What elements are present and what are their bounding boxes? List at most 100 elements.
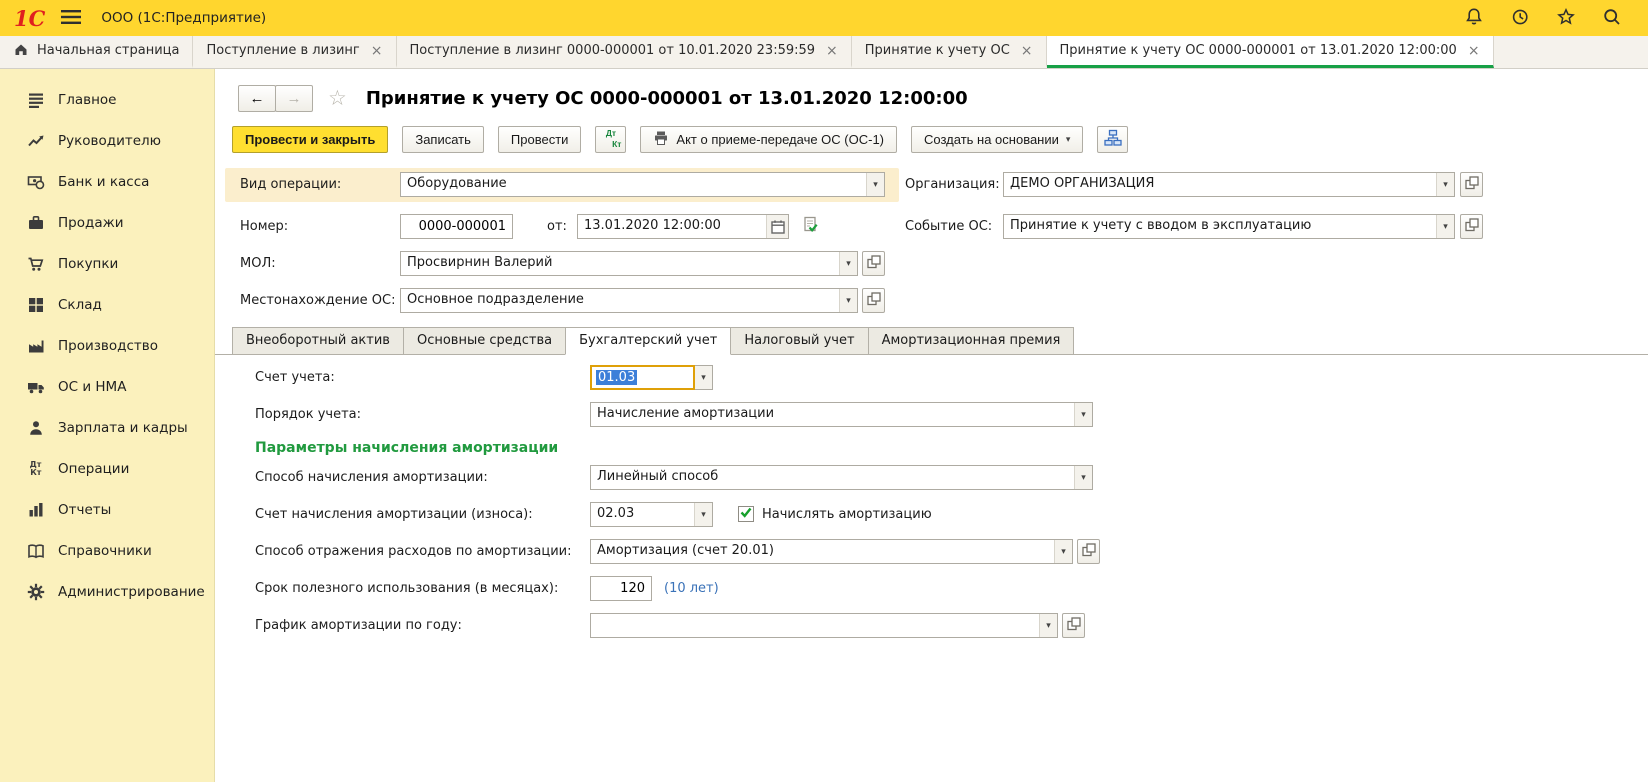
sidebar-item-fixed-assets[interactable]: ОС и НМА	[0, 366, 214, 407]
tab-accounting[interactable]: Бухгалтерский учет	[565, 327, 731, 355]
close-icon[interactable]: ×	[1021, 43, 1033, 59]
os-event-select[interactable]: Принятие к учету с вводом в эксплуатацию…	[1003, 214, 1455, 239]
chevron-down-icon[interactable]: ▾	[839, 252, 857, 275]
tab-tax-accounting[interactable]: Налоговый учет	[730, 327, 868, 354]
sidebar-item-manager[interactable]: Руководителю	[0, 120, 214, 161]
open-icon	[1464, 217, 1480, 236]
close-icon[interactable]: ×	[826, 43, 838, 59]
organization-open-button[interactable]	[1460, 172, 1483, 197]
accrue-depreciation-checkbox[interactable]	[738, 506, 754, 522]
mol-open-button[interactable]	[862, 251, 885, 276]
document-header-fields: Вид операции: Оборудование ▾ Организация…	[215, 166, 1648, 326]
post-button[interactable]: Провести	[498, 126, 582, 153]
chevron-down-icon[interactable]: ▾	[695, 365, 713, 390]
list-icon	[26, 91, 45, 109]
os-event-open-button[interactable]	[1460, 214, 1483, 239]
useful-life-input[interactable]	[590, 576, 652, 601]
related-documents-button[interactable]	[1097, 126, 1128, 153]
operation-kind-select[interactable]: Оборудование ▾	[400, 172, 885, 197]
favorites-button[interactable]	[1556, 7, 1576, 30]
dtkt-icon: ДтКт	[26, 461, 45, 477]
tab-os-acceptance-document[interactable]: Принятие к учету ОС 0000-000001 от 13.01…	[1047, 36, 1494, 68]
sidebar-item-production[interactable]: Производство	[0, 325, 214, 366]
sidebar-item-operations[interactable]: ДтКт Операции	[0, 448, 214, 489]
print-act-button[interactable]: Акт о приеме-передаче ОС (ОС-1)	[640, 126, 897, 153]
sidebar-item-purchases[interactable]: Покупки	[0, 243, 214, 284]
method-select[interactable]: Линейный способ ▾	[590, 465, 1093, 490]
briefcase-icon	[26, 214, 45, 232]
post-and-close-button[interactable]: Провести и закрыть	[232, 126, 388, 153]
tab-label: Поступление в лизинг 0000-000001 от 10.0…	[410, 43, 816, 58]
chevron-down-icon[interactable]: ▾	[866, 173, 884, 196]
chevron-down-icon[interactable]: ▾	[1436, 173, 1454, 196]
schedule-select[interactable]: ▾	[590, 613, 1058, 638]
close-icon[interactable]: ×	[371, 43, 383, 59]
sidebar-item-label: Руководителю	[58, 133, 161, 149]
number-input[interactable]	[400, 214, 513, 239]
tab-leasing-receipt[interactable]: Поступление в лизинг ×	[193, 36, 396, 68]
calendar-icon[interactable]	[766, 215, 788, 238]
gear-icon	[26, 583, 45, 601]
history-button[interactable]	[1510, 7, 1530, 30]
accrue-depreciation-label: Начислять амортизацию	[762, 502, 932, 527]
sidebar-item-bank-cash[interactable]: Банк и касса	[0, 161, 214, 202]
tab-os-acceptance[interactable]: Принятие к учету ОС ×	[852, 36, 1047, 68]
schedule-label: График амортизации по году:	[255, 613, 462, 638]
tab-noncurrent-asset[interactable]: Внеоборотный актив	[232, 327, 404, 354]
sidebar-item-warehouse[interactable]: Склад	[0, 284, 214, 325]
tab-leasing-receipt-document[interactable]: Поступление в лизинг 0000-000001 от 10.0…	[397, 36, 852, 68]
main-menu-button[interactable]	[59, 7, 83, 30]
chevron-down-icon[interactable]: ▾	[694, 503, 712, 526]
os-location-select[interactable]: Основное подразделение ▾	[400, 288, 858, 313]
sidebar-item-reports[interactable]: Отчеты	[0, 489, 214, 530]
save-button[interactable]: Записать	[402, 126, 484, 153]
create-based-on-button[interactable]: Создать на основании ▾	[911, 126, 1083, 153]
sidebar-item-catalogs[interactable]: Справочники	[0, 530, 214, 571]
sidebar-item-administration[interactable]: Администрирование	[0, 571, 214, 612]
mol-label: МОЛ:	[240, 251, 276, 276]
account-select[interactable]: 01.03 ▾	[590, 365, 713, 390]
chevron-down-icon[interactable]: ▾	[1074, 466, 1092, 489]
chevron-down-icon[interactable]: ▾	[1054, 540, 1072, 563]
mol-select[interactable]: Просвирнин Валерий ▾	[400, 251, 858, 276]
notifications-button[interactable]	[1464, 7, 1484, 30]
organization-select[interactable]: ДЕМО ОРГАНИЗАЦИЯ ▾	[1003, 172, 1455, 197]
os-location-open-button[interactable]	[862, 288, 885, 313]
forward-button[interactable]: →	[275, 85, 313, 112]
account-field[interactable]: 01.03	[590, 365, 695, 390]
chevron-down-icon[interactable]: ▾	[1074, 403, 1092, 426]
tab-depreciation-bonus[interactable]: Амортизационная премия	[868, 327, 1075, 354]
expense-method-label: Способ отражения расходов по амортизации…	[255, 539, 571, 564]
cash-icon	[26, 173, 45, 191]
tab-home[interactable]: Начальная страница	[0, 36, 193, 68]
global-search-button[interactable]	[1602, 7, 1622, 30]
depr-account-select[interactable]: 02.03 ▾	[590, 502, 713, 527]
kt-label: Кт	[612, 140, 621, 149]
sidebar-item-label: Производство	[58, 338, 158, 354]
open-icon	[866, 291, 882, 310]
chevron-down-icon[interactable]: ▾	[1039, 614, 1057, 637]
sidebar-item-sales[interactable]: Продажи	[0, 202, 214, 243]
useful-life-label: Срок полезного использования (в месяцах)…	[255, 576, 558, 601]
date-input[interactable]: 13.01.2020 12:00:00	[577, 214, 789, 239]
close-icon[interactable]: ×	[1468, 43, 1480, 59]
tab-fixed-assets[interactable]: Основные средства	[403, 327, 566, 354]
workspace: Главное Руководителю Банк и касса Продаж…	[0, 69, 1648, 782]
date-label: от:	[547, 214, 567, 239]
person-icon	[26, 419, 45, 437]
star-icon	[1556, 7, 1576, 30]
open-icon	[1081, 542, 1097, 561]
favorite-star-icon[interactable]: ☆	[328, 88, 347, 109]
sidebar-item-payroll-hr[interactable]: Зарплата и кадры	[0, 407, 214, 448]
chevron-down-icon[interactable]: ▾	[839, 289, 857, 312]
show-postings-button[interactable]: Дт Кт	[595, 126, 626, 153]
fill-check-button[interactable]	[799, 214, 823, 239]
chevron-down-icon[interactable]: ▾	[1436, 215, 1454, 238]
back-button[interactable]: ←	[238, 85, 276, 112]
expense-method-open-button[interactable]	[1077, 539, 1100, 564]
app-title: ООО (1С:Предприятие)	[101, 10, 266, 26]
order-select[interactable]: Начисление амортизации ▾	[590, 402, 1093, 427]
expense-method-select[interactable]: Амортизация (счет 20.01) ▾	[590, 539, 1073, 564]
schedule-open-button[interactable]	[1062, 613, 1085, 638]
sidebar-item-main[interactable]: Главное	[0, 79, 214, 120]
